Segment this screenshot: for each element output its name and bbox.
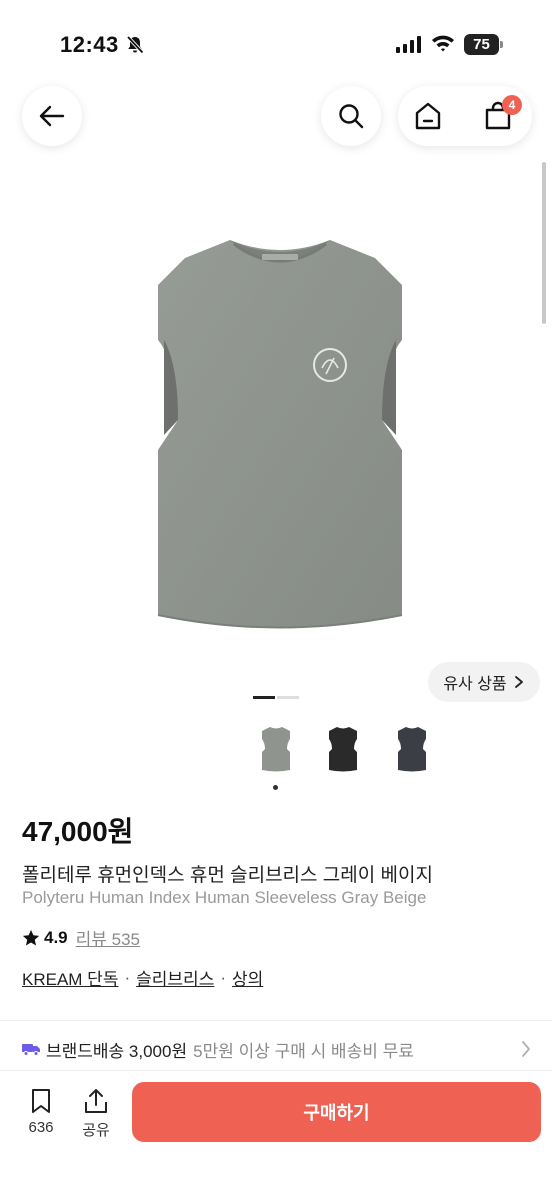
- status-bar: 12:43 75: [0, 0, 552, 90]
- battery-icon: 75: [464, 34, 504, 55]
- home-button[interactable]: [412, 100, 446, 132]
- thumbnail-charcoal-image: [398, 727, 426, 772]
- save-button[interactable]: 636: [21, 1087, 61, 1136]
- home-icon: [415, 102, 441, 130]
- chevron-right-icon: [522, 1041, 530, 1057]
- buy-button[interactable]: 구매하기: [132, 1082, 541, 1142]
- share-label: 공유: [82, 1122, 110, 1139]
- divider: [0, 1020, 552, 1021]
- product-name-en: Polyteru Human Index Human Sleeveless Gr…: [22, 888, 427, 907]
- thumbnail-black[interactable]: [321, 718, 365, 778]
- battery-level: 75: [464, 34, 499, 55]
- shipping-info-row[interactable]: 브랜드배송 3,000원 5만원 이상 구매 시 배송비 무료: [22, 1037, 532, 1061]
- tag-separator: ·: [124, 967, 131, 987]
- similar-products-button[interactable]: 유사 상품: [428, 662, 540, 702]
- share-button[interactable]: 공유: [76, 1087, 116, 1140]
- chevron-right-icon: [514, 676, 523, 688]
- image-pager: [253, 696, 299, 699]
- bookmark-icon: [32, 1089, 50, 1113]
- tag-separator: ·: [220, 967, 227, 987]
- bell-slash-icon: [126, 35, 144, 54]
- product-image[interactable]: [150, 230, 410, 640]
- share-icon: [85, 1089, 107, 1113]
- tag-top[interactable]: 상의: [232, 965, 263, 990]
- search-icon: [339, 104, 364, 129]
- signal-icon: [396, 36, 421, 53]
- thumbnail-gray-image: [262, 727, 290, 772]
- category-tags: KREAM 단독 · 슬리브리스 · 상의: [22, 965, 263, 990]
- thumbnail-gray[interactable]: [254, 718, 298, 778]
- cart-count-badge: 4: [502, 95, 522, 115]
- status-time: 12:43: [60, 32, 119, 57]
- tag-kream-exclusive[interactable]: KREAM 단독: [22, 965, 118, 990]
- thumbnail-charcoal[interactable]: [390, 718, 434, 778]
- similar-products-label: 유사 상품: [443, 676, 507, 693]
- rating-value: 4.9: [44, 927, 68, 947]
- thumbnail-black-image: [329, 727, 357, 772]
- review-link[interactable]: 리뷰 535: [76, 925, 140, 950]
- save-count: 636: [28, 1119, 54, 1136]
- tag-sleeveless[interactable]: 슬리브리스: [136, 965, 214, 990]
- shipping-note: 5만원 이상 구매 시 배송비 무료: [193, 1041, 414, 1061]
- search-button[interactable]: [321, 86, 381, 146]
- rating-row: 4.9 리뷰 535: [22, 925, 140, 950]
- scroll-indicator: [542, 162, 546, 324]
- back-button[interactable]: [22, 86, 82, 146]
- truck-icon: [22, 1044, 40, 1056]
- shipping-title: 브랜드배송 3,000원: [46, 1041, 188, 1061]
- wifi-icon: [432, 35, 454, 52]
- back-arrow-icon: [39, 105, 65, 127]
- product-name-ko: 폴리테루 휴먼인덱스 휴먼 슬리브리스 그레이 베이지: [22, 865, 433, 886]
- thumbnail-selected-dot: [273, 785, 278, 790]
- product-price: 47,000원: [22, 816, 134, 847]
- star-icon: [22, 929, 40, 945]
